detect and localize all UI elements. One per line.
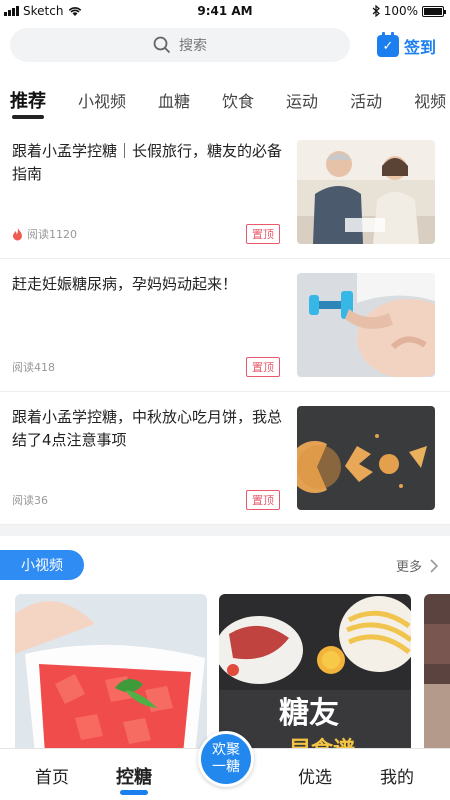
article-list: 跟着小孟学控糖｜长假旅行，糖友的必备指南 阅读1120 置顶 赶走妊娠糖尿病，孕… bbox=[0, 126, 450, 525]
fab-line2: 一糖 bbox=[212, 759, 240, 775]
category-tabs: 推荐 小视频 血糖 饮食 运动 活动 视频 bbox=[0, 80, 450, 120]
pinned-badge: 置顶 bbox=[246, 490, 280, 510]
article-title: 赶走妊娠糖尿病，孕妈妈动起来！ bbox=[12, 275, 238, 293]
article-title: 跟着小孟学控糖，中秋放心吃月饼，我总结了4点注意事项 bbox=[12, 408, 283, 449]
nav-selected[interactable]: 优选 bbox=[298, 763, 332, 788]
status-bar: Sketch 9:41 AM 100% bbox=[0, 0, 450, 22]
search-placeholder: 搜索 bbox=[179, 38, 207, 54]
tab-short-video[interactable]: 小视频 bbox=[78, 88, 126, 112]
article-thumbnail bbox=[297, 406, 435, 510]
article-item[interactable]: 赶走妊娠糖尿病，孕妈妈动起来！ 阅读418 置顶 bbox=[0, 259, 450, 392]
video-overlay-title: 糖友 bbox=[279, 696, 339, 731]
bluetooth-icon bbox=[372, 5, 380, 17]
short-video-section: 小视频 更多 糖友 早食谱 bbox=[0, 536, 450, 754]
article-title: 跟着小孟学控糖｜长假旅行，糖友的必备指南 bbox=[12, 142, 283, 183]
nav-mine[interactable]: 我的 bbox=[380, 763, 414, 788]
center-fab-button[interactable]: 欢聚 一糖 bbox=[198, 731, 254, 787]
tab-blood-sugar[interactable]: 血糖 bbox=[158, 88, 190, 112]
tab-exercise[interactable]: 运动 bbox=[286, 88, 318, 112]
checkin-label: 签到 bbox=[403, 38, 436, 57]
tab-video[interactable]: 视频 bbox=[414, 88, 446, 112]
article-thumbnail bbox=[297, 273, 435, 377]
battery-icon bbox=[422, 5, 446, 17]
read-count: 阅读1120 bbox=[27, 228, 77, 241]
pinned-badge: 置顶 bbox=[246, 224, 280, 244]
more-label: 更多 bbox=[395, 560, 422, 575]
header: 搜索 ✓ 签到 推荐 小视频 血糖 饮食 运动 活动 视频 bbox=[0, 22, 450, 126]
tab-diet[interactable]: 饮食 bbox=[222, 88, 254, 112]
flame-icon bbox=[13, 227, 22, 241]
article-item[interactable]: 跟着小孟学控糖｜长假旅行，糖友的必备指南 阅读1120 置顶 bbox=[0, 126, 450, 259]
pinned-badge: 置顶 bbox=[246, 357, 280, 377]
read-count: 阅读36 bbox=[12, 494, 48, 507]
checkin-button[interactable]: ✓ 签到 bbox=[376, 32, 436, 58]
article-thumbnail bbox=[297, 140, 435, 244]
bottom-nav: 首页 控糖 欢聚 一糖 优选 我的 bbox=[0, 731, 450, 800]
more-link[interactable]: 更多 bbox=[396, 556, 438, 575]
search-input[interactable]: 搜索 bbox=[10, 28, 350, 62]
read-count: 阅读418 bbox=[12, 361, 55, 374]
tab-activity[interactable]: 活动 bbox=[350, 88, 382, 112]
nav-sugar-control[interactable]: 控糖 bbox=[116, 763, 152, 795]
short-video-label[interactable]: 小视频 bbox=[0, 550, 84, 580]
battery-percent: 100% bbox=[383, 4, 418, 18]
video-card[interactable]: 糖友 早食谱 bbox=[219, 594, 411, 754]
search-icon bbox=[153, 36, 171, 54]
calendar-check-icon: ✓ bbox=[376, 32, 399, 57]
video-card[interactable] bbox=[15, 594, 207, 754]
fab-line1: 欢聚 bbox=[212, 742, 240, 758]
nav-home[interactable]: 首页 bbox=[35, 763, 69, 788]
article-item[interactable]: 跟着小孟学控糖，中秋放心吃月饼，我总结了4点注意事项 阅读36 置顶 bbox=[0, 392, 450, 525]
video-card[interactable] bbox=[424, 594, 450, 754]
chevron-right-icon bbox=[430, 558, 438, 573]
tab-recommend[interactable]: 推荐 bbox=[10, 87, 46, 119]
